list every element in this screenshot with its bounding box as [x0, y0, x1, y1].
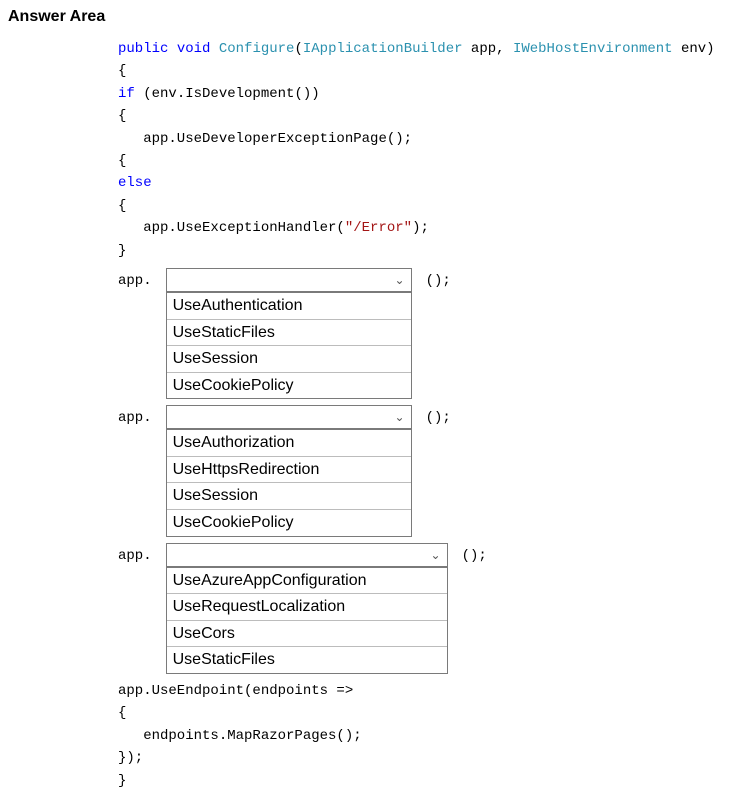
brace: {	[118, 705, 126, 721]
code-block-bottom: app.UseEndpoint(endpoints => { endpoints…	[118, 680, 741, 792]
chevron-down-icon: ⌄	[395, 410, 405, 425]
dropdown-2-options: UseAuthorization UseHttpsRedirection Use…	[166, 429, 412, 536]
keyword-public: public	[118, 41, 168, 57]
app-prefix: app.	[118, 268, 152, 294]
brace-open: {	[118, 63, 126, 79]
method-name: Configure	[219, 41, 295, 57]
dev-exception-line: app.UseDeveloperExceptionPage();	[118, 131, 412, 147]
type-iwebhostenvironment: IWebHostEnvironment	[513, 41, 673, 57]
brace: {	[118, 198, 126, 214]
keyword-if: if	[118, 86, 135, 102]
use-endpoint-line: app.UseEndpoint(endpoints =>	[118, 683, 353, 699]
dropdown-3[interactable]: ⌄	[166, 543, 448, 567]
paren-open: (	[294, 41, 302, 57]
dropdown-2-option[interactable]: UseCookiePolicy	[167, 509, 411, 536]
dropdown-1-option[interactable]: UseCookiePolicy	[167, 372, 411, 399]
app-prefix: app.	[118, 405, 152, 431]
keyword-else: else	[118, 175, 152, 191]
brace: {	[118, 108, 126, 124]
dropdown-row-3: app. ⌄ UseAzureAppConfiguration UseReque…	[118, 543, 741, 674]
map-razor-line: endpoints.MapRazorPages();	[118, 728, 362, 744]
type-iapplicationbuilder: IApplicationBuilder	[303, 41, 463, 57]
dropdown-1[interactable]: ⌄	[166, 268, 412, 292]
exception-handler-a: app.UseExceptionHandler(	[118, 220, 345, 236]
dropdown-1-option[interactable]: UseSession	[167, 345, 411, 372]
dropdown-3-option[interactable]: UseAzureAppConfiguration	[167, 567, 447, 594]
param-env: env)	[673, 41, 715, 57]
dropdown-2-option[interactable]: UseHttpsRedirection	[167, 456, 411, 483]
dropdown-3-option[interactable]: UseCors	[167, 620, 447, 647]
brace: {	[118, 153, 126, 169]
param-app: app,	[463, 41, 513, 57]
if-cond: (env.IsDevelopment())	[135, 86, 320, 102]
dropdown-1-options: UseAuthentication UseStaticFiles UseSess…	[166, 292, 412, 399]
chevron-down-icon: ⌄	[395, 273, 405, 288]
dropdown-row-2: app. ⌄ UseAuthorization UseHttpsRedirect…	[118, 405, 741, 536]
dropdown-2-option[interactable]: UseSession	[167, 482, 411, 509]
brace-close: }	[118, 243, 126, 259]
call-suffix: ();	[426, 405, 451, 431]
call-suffix: ();	[426, 268, 451, 294]
dropdown-3-options: UseAzureAppConfiguration UseRequestLocal…	[166, 567, 448, 674]
dropdown-1-option[interactable]: UseAuthentication	[167, 292, 411, 319]
string-error: "/Error"	[345, 220, 412, 236]
dropdown-3-option[interactable]: UseStaticFiles	[167, 646, 447, 673]
chevron-down-icon: ⌄	[431, 548, 441, 563]
page-title: Answer Area	[8, 8, 741, 26]
app-prefix: app.	[118, 543, 152, 569]
dropdown-2-option[interactable]: UseAuthorization	[167, 429, 411, 456]
dropdown-3-option[interactable]: UseRequestLocalization	[167, 593, 447, 620]
brace-close: }	[118, 773, 126, 789]
exception-handler-b: );	[412, 220, 429, 236]
keyword-void: void	[177, 41, 211, 57]
call-suffix: ();	[462, 543, 487, 569]
end-paren: });	[118, 750, 143, 766]
dropdown-2[interactable]: ⌄	[166, 405, 412, 429]
dropdown-1-option[interactable]: UseStaticFiles	[167, 319, 411, 346]
dropdown-row-1: app. ⌄ UseAuthentication UseStaticFiles …	[118, 268, 741, 399]
code-block-top: public void Configure(IApplicationBuilde…	[118, 38, 741, 262]
